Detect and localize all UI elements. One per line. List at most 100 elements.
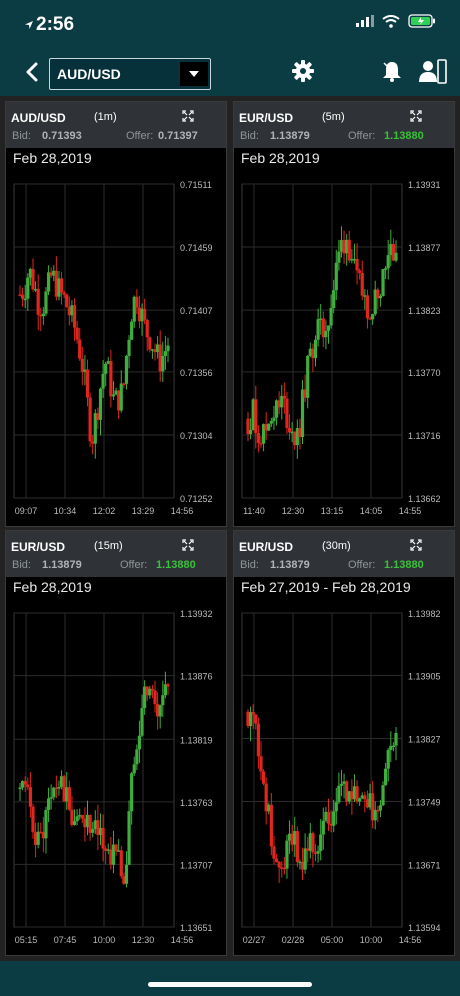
bid-label: Bid: xyxy=(12,130,31,142)
x-tick-label: 11:40 xyxy=(243,506,265,516)
candle-body xyxy=(78,339,82,359)
offer-value: 0.71397 xyxy=(158,130,198,142)
y-tick-label: 1.13823 xyxy=(408,306,441,316)
candle-body xyxy=(256,723,260,757)
caret-down-icon xyxy=(189,71,199,77)
candle-body xyxy=(65,294,69,308)
candle-body xyxy=(127,339,131,356)
x-tick-label: 12:02 xyxy=(93,506,116,516)
candle-body xyxy=(319,834,323,852)
chart-panel[interactable]: EUR/USD (30m) Bid: 1.13879 Offer: 1.1388… xyxy=(233,530,455,956)
x-tick-label: 13:29 xyxy=(132,506,155,516)
candle-body xyxy=(324,330,328,338)
candle-body xyxy=(101,373,105,389)
candle-body xyxy=(363,795,367,800)
top-nav: AUD/USD xyxy=(0,50,460,96)
candlestick-chart[interactable]: 1.13932 1.13876 1.13819 1.13763 1.13707 1.136… xyxy=(6,599,228,955)
offer-label: Offer: xyxy=(348,130,376,142)
candles xyxy=(246,704,398,883)
candle-body xyxy=(347,239,351,261)
x-tick-label: 10:34 xyxy=(54,506,77,516)
candle-body xyxy=(137,735,142,750)
chart-panel[interactable]: AUD/USD (1m) Bid: 0.71393 Offer: 0.71397… xyxy=(5,101,227,527)
candlestick-chart[interactable]: 1.13982 1.13905 1.13827 1.13749 1.13671 1.135… xyxy=(234,599,456,955)
candle-body xyxy=(285,398,289,429)
candle-body xyxy=(274,858,279,862)
symbol-dropdown[interactable]: AUD/USD xyxy=(49,58,211,90)
chart-panel[interactable]: EUR/USD (5m) Bid: 1.13879 Offer: 1.13880… xyxy=(233,101,455,527)
chart-grid: AUD/USD (1m) Bid: 0.71393 Offer: 0.71397… xyxy=(0,96,460,961)
candle-body xyxy=(80,815,84,819)
gear-icon[interactable] xyxy=(291,59,315,83)
candlestick-chart[interactable]: 1.13931 1.13877 1.13823 1.13770 1.13716 1.136… xyxy=(234,170,456,526)
candle-body xyxy=(326,811,331,824)
symbol-dropdown-value: AUD/USD xyxy=(57,66,121,82)
battery-icon xyxy=(408,14,435,28)
candle-body xyxy=(378,295,383,299)
candle-body xyxy=(332,811,336,826)
candle-body xyxy=(85,369,90,398)
candle-body xyxy=(98,388,103,420)
expand-icon[interactable] xyxy=(410,539,422,551)
candle-body xyxy=(26,277,30,299)
x-tick-label: 07:45 xyxy=(54,935,77,945)
candle-body xyxy=(394,732,398,746)
candle-body xyxy=(378,805,383,811)
bid-value: 0.71393 xyxy=(42,130,82,142)
pair-label: EUR/USD xyxy=(11,540,66,554)
candle-body xyxy=(360,272,364,296)
candle-body xyxy=(148,337,152,350)
expand-icon[interactable] xyxy=(182,539,194,551)
location-arrow-icon xyxy=(25,21,33,29)
candle-body xyxy=(101,827,105,849)
account-icon[interactable] xyxy=(418,59,448,85)
panel-header: AUD/USD (1m) Bid: 0.71393 Offer: 0.71397 xyxy=(6,102,226,148)
candle-body xyxy=(91,829,95,833)
candle-body xyxy=(337,251,341,263)
candlestick-chart[interactable]: 0.71511 0.71459 0.71407 0.71356 0.71304 0.712… xyxy=(6,170,228,526)
candle-body xyxy=(254,399,258,434)
candle-body xyxy=(124,355,129,384)
offer-value: 1.13880 xyxy=(384,130,424,142)
x-tick-label: 14:56 xyxy=(171,935,194,945)
dropdown-toggle[interactable] xyxy=(180,62,208,86)
candle-body xyxy=(72,821,77,825)
candle-body xyxy=(28,787,32,807)
back-chevron-icon[interactable] xyxy=(22,59,44,85)
wifi-icon xyxy=(382,14,400,28)
candle-body xyxy=(72,305,77,328)
candle-body xyxy=(326,325,331,331)
x-tick-label: 10:00 xyxy=(93,935,116,945)
offer-label: Offer: xyxy=(126,130,154,142)
y-tick-label: 1.13662 xyxy=(408,494,441,504)
candle-body xyxy=(75,327,79,340)
candle-body xyxy=(358,270,362,273)
candle-body xyxy=(130,321,134,340)
candle-body xyxy=(287,428,292,433)
candle-body xyxy=(124,864,129,884)
bid-label: Bid: xyxy=(12,559,31,571)
candle-body xyxy=(332,290,336,308)
candle-body xyxy=(285,840,289,869)
interval-label: (30m) xyxy=(322,540,351,552)
date-label: Feb 28,2019 xyxy=(13,150,92,166)
candle-body xyxy=(277,861,281,868)
candle-body xyxy=(145,320,149,338)
y-tick-label: 1.13827 xyxy=(408,734,441,744)
expand-icon[interactable] xyxy=(182,110,194,122)
x-tick-label: 10:00 xyxy=(360,935,383,945)
y-tick-label: 0.71252 xyxy=(180,494,213,504)
x-tick-label: 13:15 xyxy=(321,506,344,516)
offer-value: 1.13880 xyxy=(156,559,196,571)
candle-body xyxy=(127,811,131,865)
home-indicator[interactable] xyxy=(148,982,312,987)
pair-label: AUD/USD xyxy=(11,111,66,125)
candles xyxy=(18,256,170,459)
candle-body xyxy=(135,296,139,308)
candle-body xyxy=(269,804,273,847)
chart-panel[interactable]: EUR/USD (15m) Bid: 1.13879 Offer: 1.1388… xyxy=(5,530,227,956)
candle-body xyxy=(303,848,307,870)
expand-icon[interactable] xyxy=(410,110,422,122)
bell-icon[interactable] xyxy=(381,59,403,83)
candle-body xyxy=(36,831,40,845)
